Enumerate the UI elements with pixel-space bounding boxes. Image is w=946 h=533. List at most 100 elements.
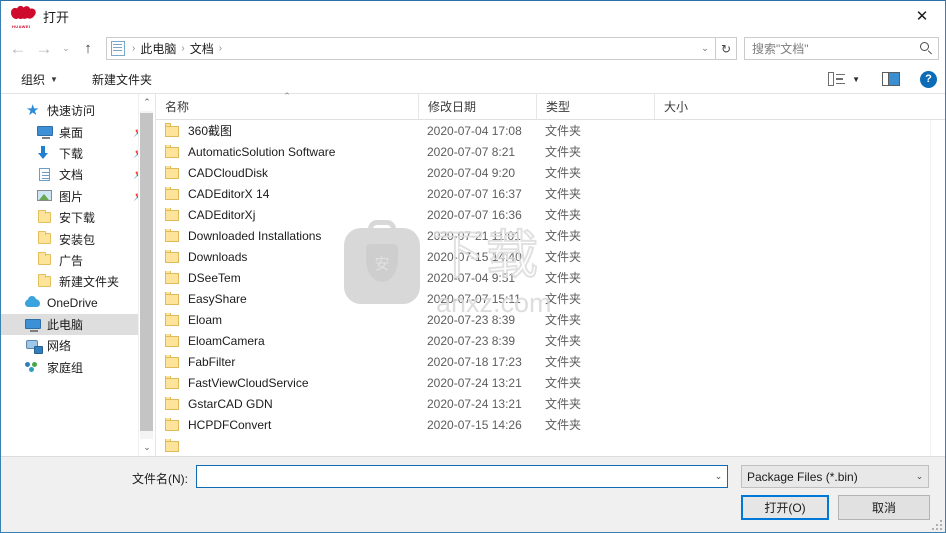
filename-combobox[interactable]: ⌄ [196, 465, 728, 488]
folder-icon [165, 165, 180, 179]
file-list-scrollbar[interactable] [930, 120, 945, 456]
sidebar-item[interactable]: 家庭组 [1, 357, 154, 378]
table-row[interactable]: CADCloudDisk 2020-07-04 9:20 文件夹 [156, 162, 945, 183]
monitor-icon [37, 124, 53, 140]
up-button[interactable]: ↑ [75, 37, 101, 61]
recent-locations-icon[interactable]: ⌄ [57, 37, 75, 61]
sidebar-item[interactable]: 图片📌 [1, 186, 154, 207]
address-bar[interactable]: › 此电脑 › 文档 › ⌄ [106, 37, 716, 60]
close-icon[interactable]: ✕ [899, 1, 945, 31]
file-date: 2020-07-18 17:23 [427, 354, 522, 369]
table-row[interactable]: CADEditorX 14 2020-07-07 16:37 文件夹 [156, 183, 945, 204]
column-header-type[interactable]: 类型 [536, 93, 654, 119]
file-rows: 360截图 2020-07-04 17:08 文件夹 AutomaticSolutio… [156, 120, 945, 456]
column-header-row: 名称 ⌃ 修改日期 类型 大小 [156, 91, 945, 120]
navigation-scrollbar[interactable]: ⌃ ⌄ [138, 94, 154, 456]
sidebar-item-label: 安下载 [59, 211, 96, 226]
table-row[interactable]: GstarCAD GDN 2020-07-24 13:21 文件夹 [156, 393, 945, 414]
sidebar-item[interactable]: 广告 [1, 250, 154, 271]
column-header-size[interactable]: 大小 [654, 93, 738, 119]
folder-icon [165, 291, 180, 305]
search-icon [920, 42, 933, 55]
file-type: 文件夹 [545, 166, 582, 180]
file-list-pane: 名称 ⌃ 修改日期 类型 大小 360截图 2020-07-04 17:08 文件夹 Auto… [155, 91, 945, 456]
table-row[interactable]: EloamCamera 2020-07-23 8:39 文件夹 [156, 330, 945, 351]
sidebar-item[interactable]: 下载📌 [1, 143, 154, 164]
filename-chevron-down-icon[interactable]: ⌄ [710, 471, 727, 482]
title-bar: HUAWEI 打开 ✕ [1, 1, 945, 32]
scroll-up-icon[interactable]: ⌃ [139, 94, 154, 111]
table-row[interactable]: Downloads 2020-07-15 14:40 文件夹 [156, 246, 945, 267]
help-icon[interactable]: ? [920, 70, 937, 88]
table-row[interactable]: FabFilter 2020-07-18 17:23 文件夹 [156, 351, 945, 372]
view-mode-icon[interactable] [828, 72, 846, 86]
view-mode-chevron-down-icon[interactable]: ▼ [852, 75, 860, 84]
scroll-down-icon[interactable]: ⌄ [139, 439, 154, 456]
organize-button[interactable]: 组织 ▼ [17, 69, 62, 90]
file-type-filter-combobox[interactable]: Package Files (*.bin) ⌄ [741, 465, 929, 488]
table-row[interactable]: EasyShare 2020-07-07 15:11 文件夹 [156, 288, 945, 309]
breadcrumb-separator-icon: › [132, 43, 136, 54]
breadcrumb-item-this-pc[interactable]: 此电脑 [140, 40, 176, 57]
sidebar-item[interactable]: 桌面📌 [1, 121, 154, 142]
table-row[interactable]: Downloaded Installations 2020-07-21 11:01… [156, 225, 945, 246]
filename-input[interactable] [197, 466, 710, 487]
sidebar-item[interactable]: ★ 快速访问 [1, 100, 154, 121]
search-box[interactable] [744, 37, 939, 60]
column-header-name[interactable]: 名称 ⌃ [156, 91, 418, 119]
sidebar-item-label: 新建文件夹 [59, 275, 120, 290]
folder-icon [165, 144, 180, 158]
table-row[interactable]: DSeeTem 2020-07-04 9:51 文件夹 [156, 267, 945, 288]
file-type: 文件夹 [545, 292, 582, 306]
sidebar-item[interactable]: 文档📌 [1, 164, 154, 185]
breadcrumb-separator-icon: › [218, 43, 223, 54]
table-row[interactable]: 360截图 2020-07-04 17:08 文件夹 [156, 120, 945, 141]
sidebar-item[interactable]: 新建文件夹 [1, 271, 154, 292]
folder-icon [165, 354, 180, 368]
sidebar-item[interactable]: 网络 [1, 335, 154, 356]
cancel-button[interactable]: 取消 [838, 495, 930, 520]
table-row[interactable]: AutomaticSolution Software 2020-07-07 8:2… [156, 141, 945, 162]
open-button[interactable]: 打开(O) [741, 495, 829, 520]
back-button[interactable]: ← [5, 37, 31, 61]
file-date: 2020-07-07 16:36 [427, 207, 522, 222]
file-name: GstarCAD GDN [188, 396, 273, 411]
sidebar-item-label: 此电脑 [47, 318, 84, 333]
file-name: EasyShare [188, 291, 247, 306]
file-name: CADEditorX 14 [188, 186, 270, 201]
file-name: CADEditorXj [188, 207, 256, 222]
sidebar-item[interactable]: 安下载 [1, 207, 154, 228]
navigation-tree: ★ 快速访问桌面📌下载📌文档📌图片📌 安下载安装包广告新建文件夹 OneDrive 此电… [1, 94, 154, 378]
table-row[interactable]: HCPDFConvert 2020-07-15 14:26 文件夹 [156, 414, 945, 435]
sidebar-item[interactable]: 安装包 [1, 228, 154, 249]
file-date: 2020-07-07 8:21 [427, 144, 516, 159]
folder-icon [37, 209, 53, 226]
address-dropdown-icon[interactable]: ⌄ [697, 43, 713, 54]
sidebar-item[interactable]: 此电脑 [1, 313, 154, 336]
sidebar-item-label: 桌面 [59, 125, 84, 140]
table-row[interactable] [156, 435, 945, 456]
folder-icon [165, 249, 180, 263]
preview-pane-icon[interactable] [882, 72, 900, 86]
new-folder-button[interactable]: 新建文件夹 [88, 69, 156, 90]
file-date: 2020-07-23 8:39 [427, 312, 516, 327]
star-icon: ★ [26, 101, 40, 119]
scrollbar-thumb[interactable] [140, 113, 153, 431]
column-header-date[interactable]: 修改日期 [418, 93, 536, 119]
sidebar-item[interactable]: OneDrive [1, 293, 154, 314]
table-row[interactable]: FastViewCloudService 2020-07-24 13:21 文件夹 [156, 372, 945, 393]
table-row[interactable]: Eloam 2020-07-23 8:39 文件夹 [156, 309, 945, 330]
file-type-chevron-down-icon[interactable]: ⌄ [911, 471, 928, 482]
file-date: 2020-07-07 16:37 [427, 186, 522, 201]
file-type: 文件夹 [545, 250, 582, 264]
resize-grip[interactable] [930, 518, 942, 530]
column-header-label: 大小 [664, 99, 689, 114]
search-input[interactable] [752, 41, 920, 56]
table-row[interactable]: CADEditorXj 2020-07-07 16:36 文件夹 [156, 204, 945, 225]
file-date: 2020-07-21 11:01 [427, 228, 521, 243]
refresh-icon[interactable]: ↻ [716, 37, 737, 60]
folder-icon [165, 207, 180, 221]
breadcrumb-item-documents[interactable]: 文档 [190, 40, 214, 57]
forward-button[interactable]: → [31, 37, 57, 61]
logo-wordmark: HUAWEI [12, 23, 31, 29]
